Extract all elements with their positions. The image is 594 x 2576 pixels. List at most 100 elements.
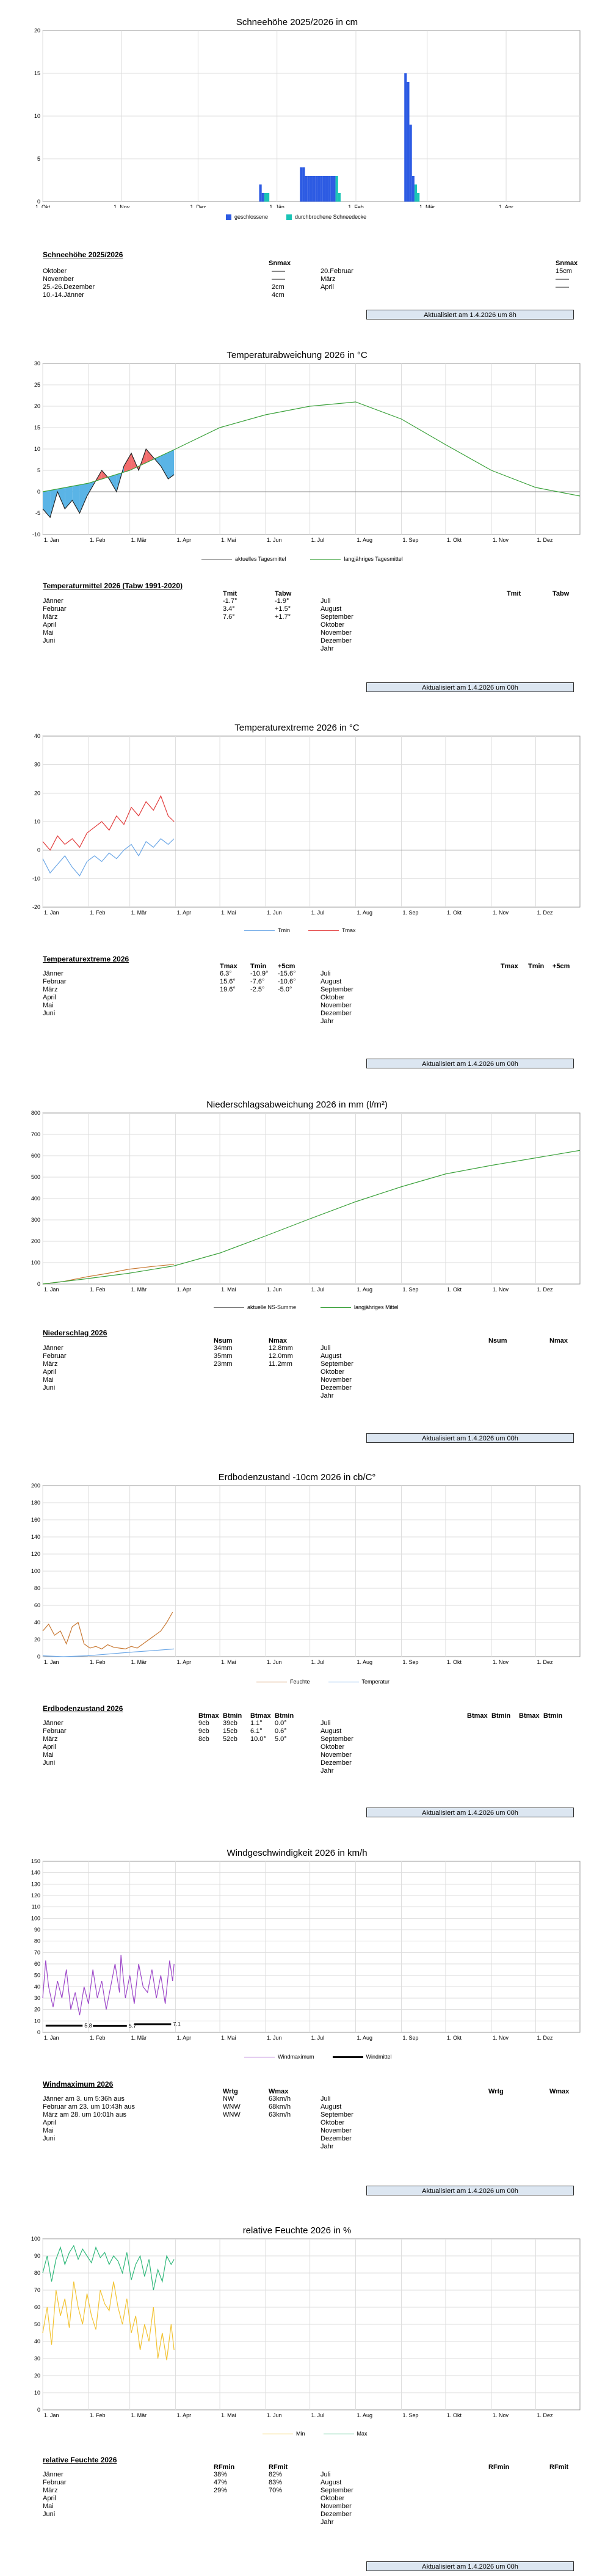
x-tick-label: 1. Aug [357,537,373,543]
legend-label-rfmin: Min [296,2431,305,2437]
row-value: 23mm [214,1360,233,1368]
y-tick-label: 180 [31,1500,40,1506]
x-tick-label: 1. Jan [44,910,59,916]
row-value: 34mm [214,1345,233,1352]
snow-bar [302,167,305,202]
x-tick-label: 1. Jun [267,2035,282,2041]
row-label: September [321,613,353,621]
snow-bar [322,176,325,202]
y-tick-label: 40 [34,1983,40,1990]
legend-label-tmax: Tmax [342,927,356,933]
x-tick-label: 1. Dez [537,537,553,543]
snow-updated: Aktualisiert am 1.4.2026 um 8h [366,310,574,319]
row-value: 1.1° [250,1720,263,1727]
row-label: November [321,1376,352,1384]
snow-bar [411,176,415,202]
y-tick-label: 140 [31,1534,40,1540]
x-tick-label: 1. Jul [311,2035,325,2041]
snow-bar [333,176,336,202]
y-tick-label: 130 [31,1881,40,1887]
row-label: September [321,986,353,993]
row-value: -15.6° [278,970,296,977]
row-value: 39cb [223,1720,237,1727]
row-value: -10.6° [278,978,296,985]
x-tick-label: 1. Okt [447,1286,462,1293]
row-value: 52cb [223,1735,237,1743]
x-tick-label: 1. Apr [177,2412,192,2418]
column-header: Wrtg [223,2088,238,2095]
row-label: Jahr [321,1392,334,1399]
row-label: April [43,621,57,629]
x-tick-label: 1. Nov [493,2412,509,2418]
y-tick-label: 0 [37,1654,40,1660]
x-tick-label: 1. Feb [348,204,364,208]
column-header: Btmax [467,1712,488,1720]
row-value: 38% [214,2471,228,2478]
x-tick-label: 1. Apr [177,2035,192,2041]
rf-legend: Min Max [263,2431,368,2437]
row-value: 9cb [198,1728,209,1735]
row-value: -5.0° [278,986,292,993]
snow-bar [320,176,323,202]
column-header: Btmin [223,1712,242,1720]
snow-bar [328,176,331,202]
x-tick-label: 1. Feb [90,2412,106,2418]
column-header: Btmax [250,1712,271,1720]
y-tick-label: 30 [34,360,40,367]
x-tick-label: 1. Okt [447,2412,462,2418]
y-tick-label: 10 [34,2390,40,2396]
rf-table-title: relative Feuchte 2026 [43,2456,117,2464]
row-value: 6.3° [220,970,232,977]
legend-label-closed: geschlossene [234,214,269,220]
row-label: 25.-26.Dezember [43,283,95,291]
y-tick-label: 100 [31,2236,40,2242]
column-header: Nmax [269,1337,287,1345]
row-value: 70% [269,2487,283,2494]
row-label: August [321,2479,342,2486]
axes: -10 -5 0 5 10 15 20 25 30 1. Jan 1. Feb 1. Mär 1. Ap… [32,360,581,543]
wind-updated: Aktualisiert am 1.4.2026 um 00h [366,2186,574,2195]
x-tick-label: 1. Apr [177,910,192,916]
y-tick-label: 30 [34,1995,40,2001]
row-label: September [321,2487,353,2494]
y-tick-label: 100 [31,1260,40,1266]
y-tick-label: 0 [37,489,40,495]
x-tick-label: 1. Mai [221,1659,236,1665]
row-label: Juni [43,637,56,644]
row-value: 4cm [272,291,284,299]
column-header: Tmax [501,963,518,970]
row-label: Dezember [321,1384,352,1392]
row-value: -7.6° [250,978,265,985]
x-tick-label: 1. Jul [311,537,325,543]
row-value: 12.0mm [269,1352,293,1360]
column-header: Wrtg [488,2088,504,2095]
x-tick-label: 1. Jul [311,1286,325,1293]
y-tick-label: 60 [34,1602,40,1608]
y-tick-label: 120 [31,1551,40,1557]
row-label: Juni [43,2135,56,2142]
x-tick-label: 1. Feb [90,2035,106,2041]
row-value: 0.0° [275,1720,287,1727]
row-value: -2.5° [250,986,265,993]
y-tick-label: -10 [32,875,40,881]
soil-chart: 0 20 40 60 80 100 120 140 160 180 200 1. Jan 1. Feb 1… [31,1483,581,1665]
y-tick-label: 200 [31,1483,40,1489]
snow-bar [404,73,407,202]
textr-table-title: Temperaturextreme 2026 [43,955,129,963]
row-label: Mai [43,1002,54,1009]
x-tick-label: 1. Mär [131,2035,147,2041]
row-label: Februar [43,2479,67,2486]
row-label: Jänner [43,2471,63,2478]
row-label: Dezember [321,1759,352,1767]
x-tick-label: 1. Nov [493,1659,509,1665]
y-tick-label: 160 [31,1517,40,1523]
column-header: RFmit [269,2464,288,2471]
tdev-updated: Aktualisiert am 1.4.2026 um 00h [366,682,574,692]
legend-line-tmax [308,930,339,931]
x-tick-label: 1. Dez [537,2035,553,2041]
column-header: Tmit [507,590,521,597]
cold-area [168,450,175,479]
row-value: —— [272,268,285,275]
snow-bar [259,184,262,202]
x-tick-label: 1. Feb [90,910,106,916]
